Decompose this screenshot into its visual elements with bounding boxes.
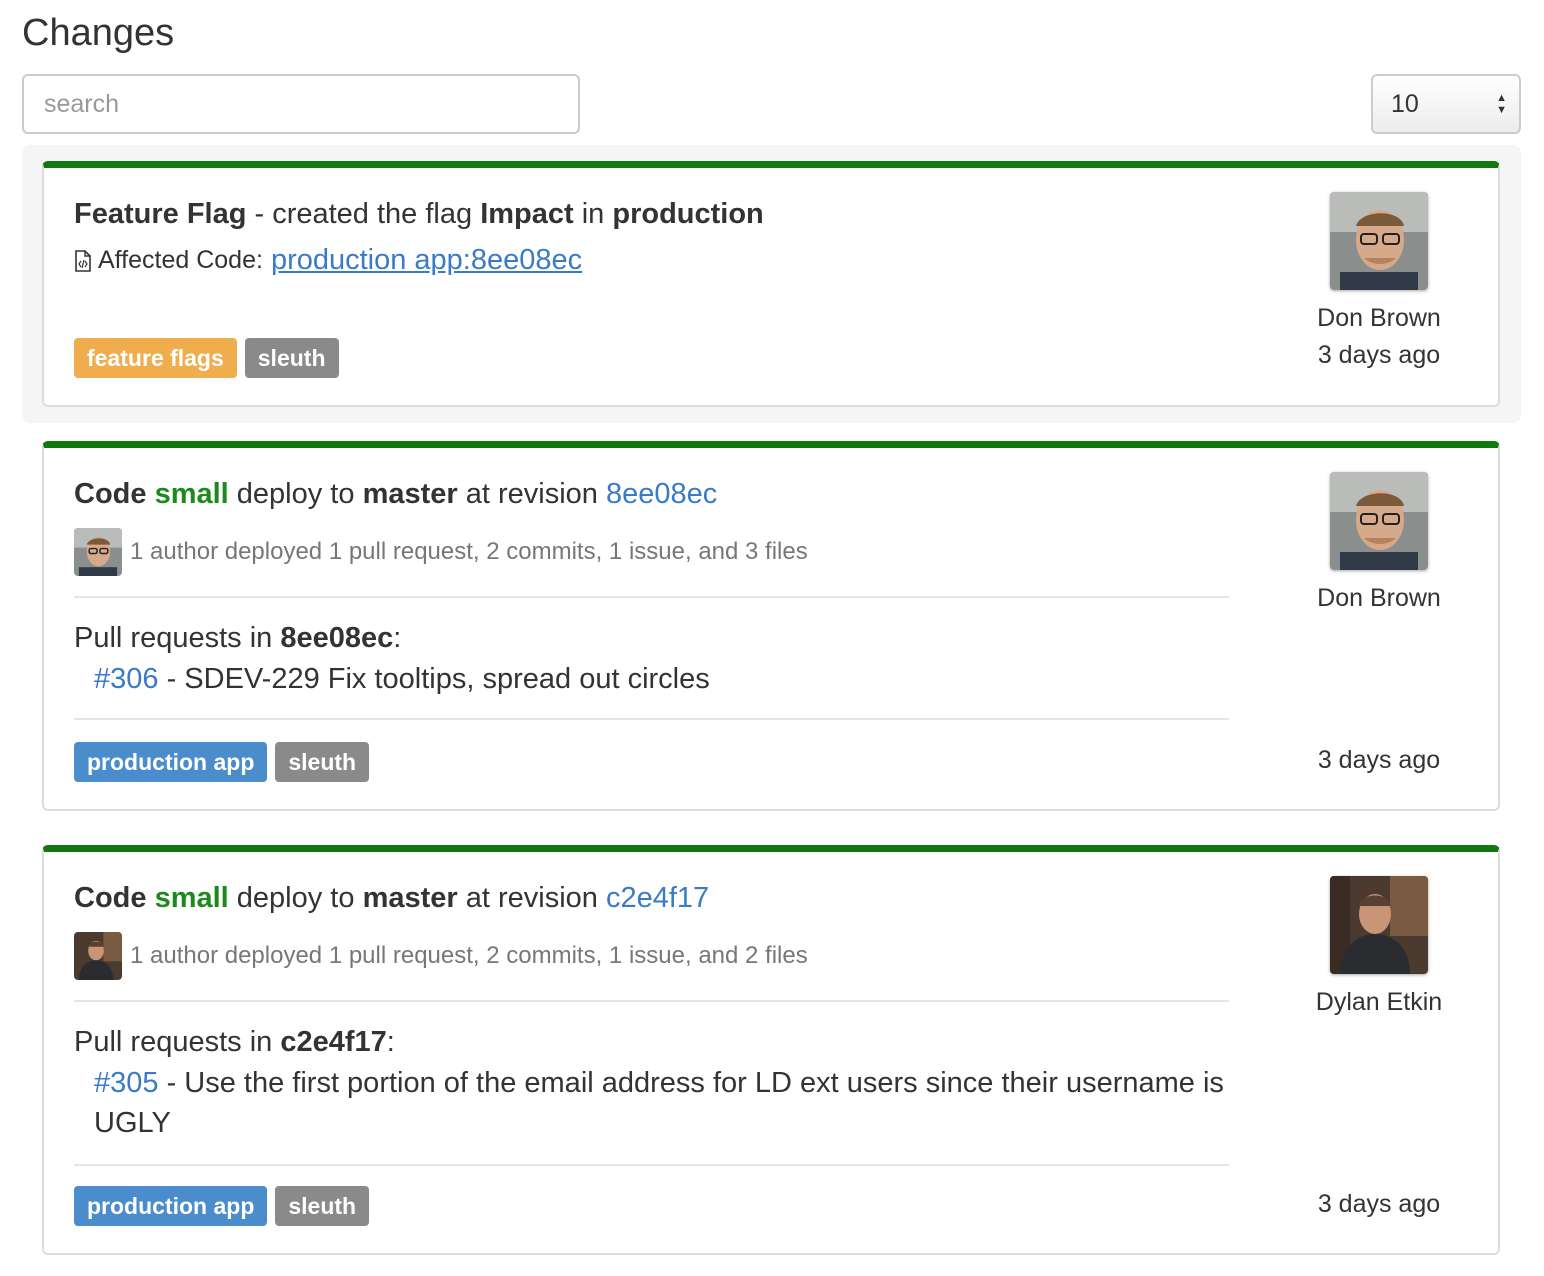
label-sleuth[interactable]: sleuth	[275, 1186, 370, 1226]
label-sleuth[interactable]: sleuth	[244, 338, 339, 378]
headline-text: at revision	[457, 478, 606, 510]
change-type: Feature Flag	[74, 198, 247, 230]
pr-revision: 8ee08ec	[280, 622, 394, 654]
pr-revision: c2e4f17	[280, 1026, 387, 1058]
divider	[74, 1000, 1229, 1002]
pull-request-item: #305 - Use the first portion of the emai…	[94, 1063, 1254, 1143]
headline-text: - created the flag	[246, 198, 481, 230]
label-sleuth[interactable]: sleuth	[275, 742, 370, 782]
pr-heading-text: Pull requests in	[74, 1026, 281, 1058]
search-input[interactable]	[22, 74, 580, 134]
card-headline: Feature Flag - created the flag Impact i…	[74, 198, 764, 231]
card-author: Don Brown 3 days ago	[1274, 192, 1484, 370]
avatar[interactable]	[74, 932, 122, 980]
summary-text: 1 author deployed 1 pull request, 2 comm…	[130, 942, 808, 969]
label-feature-flags[interactable]: feature flags	[74, 338, 237, 378]
avatar[interactable]	[74, 528, 122, 576]
avatar[interactable]	[1330, 472, 1428, 570]
summary-text: 1 author deployed 1 pull request, 2 comm…	[130, 538, 808, 565]
timestamp: 3 days ago	[1317, 1190, 1441, 1218]
branch-name: master	[362, 882, 458, 914]
deploy-summary: 1 author deployed 1 pull request, 2 comm…	[74, 932, 808, 980]
affected-code-label: Affected Code:	[98, 246, 263, 274]
environment-name: production	[612, 198, 764, 230]
change-type: Code	[74, 478, 147, 510]
branch-name: master	[362, 478, 458, 510]
author-name: Dylan Etkin	[1315, 988, 1443, 1016]
file-code-icon	[74, 249, 98, 272]
author-name: Don Brown	[1317, 584, 1441, 612]
card-author: Dylan Etkin	[1274, 876, 1484, 1017]
page-title: Changes	[22, 12, 175, 54]
label-production-app[interactable]: production app	[74, 1186, 268, 1226]
avatar[interactable]	[1330, 192, 1428, 290]
pr-link[interactable]: #305	[94, 1067, 159, 1099]
author-name: Don Brown	[1317, 304, 1441, 332]
headline-text: deploy to	[228, 882, 363, 914]
card-author: Don Brown	[1274, 472, 1484, 613]
page-size-value: 10	[1391, 89, 1419, 118]
avatar[interactable]	[1330, 876, 1428, 974]
timestamp: 3 days ago	[1317, 341, 1441, 369]
flag-name: Impact	[480, 198, 574, 230]
pull-requests-heading: Pull requests in 8ee08ec:	[74, 622, 401, 655]
timestamp: 3 days ago	[1317, 746, 1441, 774]
change-card-feature-flag: Feature Flag - created the flag Impact i…	[42, 161, 1500, 407]
pr-heading-text: :	[386, 1026, 395, 1058]
pull-request-item: #306 - SDEV-229 Fix tooltips, spread out…	[94, 659, 1254, 699]
pr-title: - SDEV-229 Fix tooltips, spread out circ…	[158, 663, 710, 695]
card-headline: Code small deploy to master at revision …	[74, 882, 709, 915]
card-labels: feature flags sleuth	[74, 338, 339, 378]
divider	[74, 596, 1229, 598]
headline-text: in	[573, 198, 613, 230]
pr-heading-text: :	[393, 622, 402, 654]
card-labels: production app sleuth	[74, 1186, 370, 1226]
revision-link[interactable]: 8ee08ec	[606, 478, 717, 510]
page-size-select[interactable]: 10 ▲ ▼	[1371, 74, 1521, 134]
deploy-size: small	[154, 478, 229, 510]
deploy-size: small	[154, 882, 229, 914]
label-production-app[interactable]: production app	[74, 742, 268, 782]
change-card-deploy: Code small deploy to master at revision …	[42, 845, 1500, 1255]
change-card-deploy: Code small deploy to master at revision …	[42, 441, 1500, 811]
card-headline: Code small deploy to master at revision …	[74, 478, 717, 511]
revision-link[interactable]: c2e4f17	[606, 882, 709, 914]
affected-code-link[interactable]: production app:8ee08ec	[271, 244, 582, 277]
card-labels: production app sleuth	[74, 742, 370, 782]
headline-text: at revision	[457, 882, 606, 914]
divider	[74, 1164, 1229, 1166]
pr-link[interactable]: #306	[94, 663, 159, 695]
divider	[74, 718, 1229, 720]
select-arrows-icon: ▲ ▼	[1496, 92, 1507, 116]
pr-title: - Use the first portion of the email add…	[94, 1067, 1224, 1139]
pr-heading-text: Pull requests in	[74, 622, 281, 654]
affected-code: Affected Code: production app:8ee08ec	[74, 244, 582, 277]
deploy-summary: 1 author deployed 1 pull request, 2 comm…	[74, 528, 808, 576]
change-type: Code	[74, 882, 147, 914]
headline-text: deploy to	[228, 478, 363, 510]
pull-requests-heading: Pull requests in c2e4f17:	[74, 1026, 395, 1059]
